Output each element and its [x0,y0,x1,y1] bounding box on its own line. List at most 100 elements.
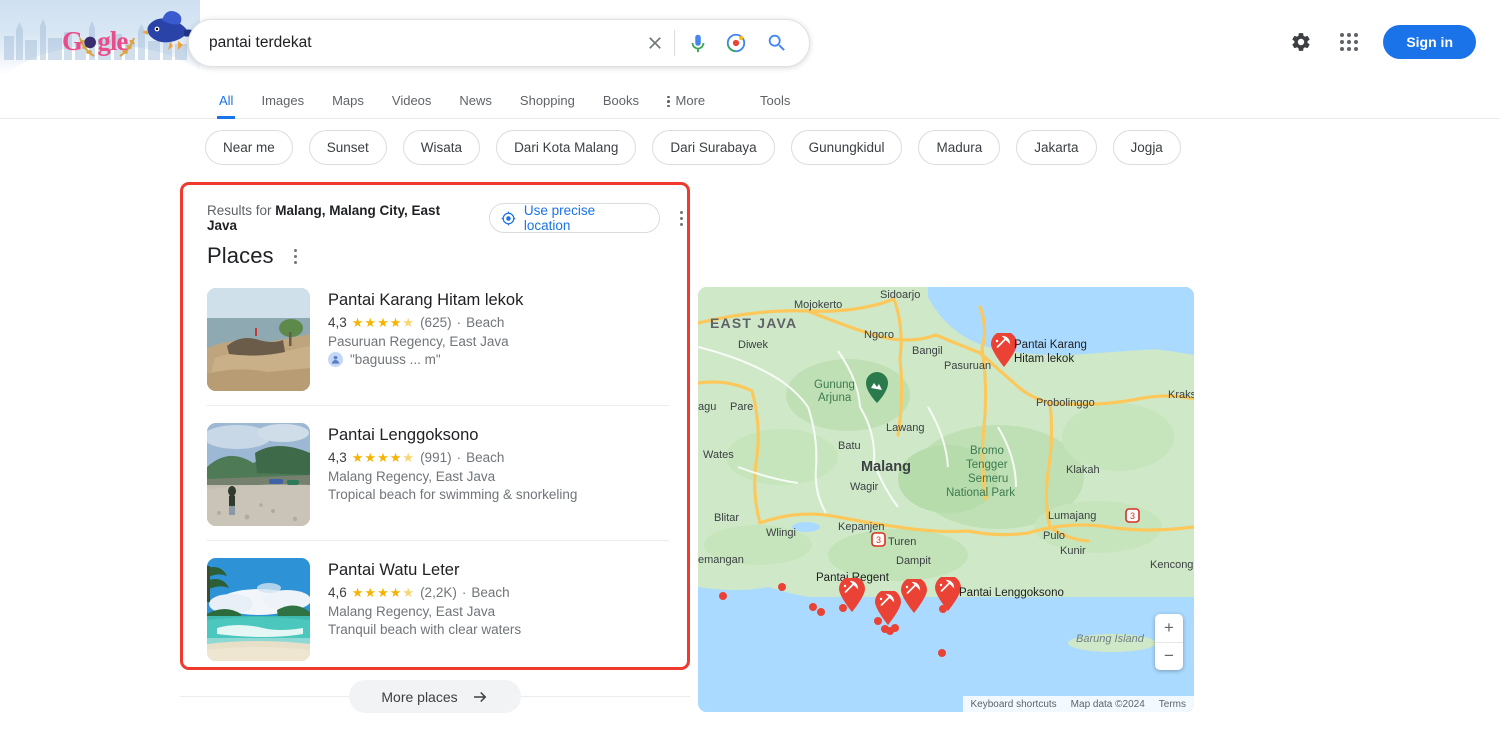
search-submit-icon[interactable] [759,26,795,60]
place-review-count: (2,2K) [420,585,457,600]
map-terms-link[interactable]: Terms [1159,699,1186,710]
search-divider [674,30,675,56]
map-panel[interactable]: 3 3 EAST JAVA Mojokerto Sidoarjo Diwek N… [698,287,1194,712]
use-precise-location-label: Use precise location [523,203,596,233]
doodle-google-logotype: G●gle [62,26,128,56]
place-category: Beach [471,585,510,600]
place-info: Pantai Watu Leter 4,6 ★★★★ ★ (2,2K) · Bea… [328,558,521,661]
map-zoom-controls: + − [1155,614,1183,670]
tools-button[interactable]: Tools [760,82,790,119]
place-info: Pantai Lenggoksono 4,3 ★★★★ ★ (991) · Bea… [328,423,577,526]
place-quote-text: "baguuss ... m" [350,352,441,367]
search-nav-bar: All Images Maps Videos News Shopping Boo… [0,82,1500,119]
page-title: Places [207,243,274,268]
map-base-graphic: 3 3 [698,287,1194,712]
map-attribution-bar: Keyboard shortcuts Map data ©2024 Terms [962,696,1194,712]
svg-text:3: 3 [876,535,881,545]
place-review-count: (625) [420,315,452,330]
more-places-button[interactable]: More places [349,680,521,713]
results-kebab-menu-icon[interactable] [676,207,687,230]
divider-right [520,696,691,697]
chip-dari-surabaya[interactable]: Dari Surabaya [652,130,775,165]
map-dot-marker[interactable] [778,583,786,591]
map-dot-marker[interactable] [891,624,899,632]
place-info: Pantai Karang Hitam lekok 4,3 ★★★★ ★ (625… [328,288,523,391]
tab-books[interactable]: Books [589,82,653,119]
map-data-attribution: Map data ©2024 [1070,698,1145,710]
map-dot-marker[interactable] [939,605,947,613]
place-separator: · [461,585,467,600]
chip-jogja[interactable]: Jogja [1112,130,1181,165]
place-rating-row: 4,3 ★★★★ ★ (991) · Beach [328,450,577,465]
place-star-rating: ★★★★ ★ [351,315,416,330]
kebab-menu-icon [667,95,670,108]
apps-grid-icon[interactable] [1329,22,1369,62]
chip-gunungkidul[interactable]: Gunungkidul [790,130,903,165]
place-address: Pasuruan Regency, East Java [328,334,509,349]
more-places-label: More places [381,688,458,705]
google-lens-icon[interactable] [719,26,753,60]
tab-news[interactable]: News [445,82,506,119]
map-zoom-in-button[interactable]: + [1155,614,1183,643]
chip-wisata[interactable]: Wisata [402,130,481,165]
map-dot-marker[interactable] [809,603,817,611]
tab-more-label: More [675,93,706,108]
places-kebab-menu-icon[interactable] [290,245,301,268]
search-input[interactable] [209,34,638,52]
places-section-header: Places [207,243,301,269]
list-item[interactable]: Pantai Lenggoksono 4,3 ★★★★ ★ (991) · Bea… [207,420,669,541]
place-name[interactable]: Pantai Watu Leter [328,560,521,580]
map-pin-pantai-karang-hitam-lekok[interactable] [991,333,1017,367]
map-zoom-out-button[interactable]: − [1155,643,1183,671]
place-description: Tranquil beach with clear waters [328,622,522,637]
place-star-rating: ★★★★ ★ [351,450,416,465]
place-name[interactable]: Pantai Lenggoksono [328,425,577,445]
google-search-results-page: G●gle pantai terdekat Sign in All Images… [0,0,1500,733]
filter-chips: Near me Sunset Wisata Dari Kota Malang D… [205,130,1181,165]
place-category: Beach [466,315,505,330]
map-pin-beach-5[interactable] [901,579,927,613]
chip-madura[interactable]: Madura [918,130,1001,165]
map-dot-marker[interactable] [719,592,727,600]
arrow-right-icon [473,691,486,702]
microphone-icon[interactable] [681,26,715,60]
map-dot-marker[interactable] [839,604,847,612]
place-review-quote: "baguuss ... m" [328,352,523,367]
map-keyboard-shortcuts-link[interactable]: Keyboard shortcuts [971,699,1057,710]
place-rating-score: 4,6 [328,585,347,600]
map-dot-marker[interactable] [874,617,882,625]
place-description: Tropical beach for swimming & snorkeling [328,487,578,502]
place-rating-score: 4,3 [328,315,347,330]
place-category: Beach [466,450,505,465]
clear-search-icon[interactable] [638,26,672,60]
search-bar[interactable] [188,19,810,67]
place-rating-row: 4,3 ★★★★ ★ (625) · Beach [328,315,523,330]
tab-images[interactable]: Images [247,82,318,119]
places-results-panel: Results for Malang, Malang City, East Ja… [180,182,690,670]
tab-videos[interactable]: Videos [378,82,446,119]
tab-more[interactable]: More [653,82,719,119]
list-item[interactable]: Pantai Watu Leter 4,6 ★★★★ ★ (2,2K) · Bea… [207,555,669,675]
map-dot-marker[interactable] [938,649,946,657]
place-address: Malang Regency, East Java [328,469,496,484]
tab-all[interactable]: All [205,82,247,119]
gear-icon[interactable] [1281,22,1321,62]
chip-near-me[interactable]: Near me [205,130,293,165]
tab-maps[interactable]: Maps [318,82,378,119]
more-places-row: More places [180,680,691,713]
sign-in-button[interactable]: Sign in [1383,25,1476,59]
tab-shopping[interactable]: Shopping [506,82,589,119]
google-doodle[interactable]: G●gle [0,0,200,75]
place-thumbnail-lenggoksono[interactable] [207,423,310,526]
svg-text:3: 3 [1130,511,1135,521]
use-precise-location-button[interactable]: Use precise location [488,203,660,233]
chip-dari-kota-malang[interactable]: Dari Kota Malang [496,130,637,165]
place-name[interactable]: Pantai Karang Hitam lekok [328,290,523,310]
place-thumbnail-watu-leter[interactable] [207,558,310,661]
list-item[interactable]: Pantai Karang Hitam lekok 4,3 ★★★★ ★ (625… [207,285,669,406]
chip-jakarta[interactable]: Jakarta [1016,130,1097,165]
map-dot-marker[interactable] [817,608,825,616]
chip-sunset[interactable]: Sunset [308,130,387,165]
place-thumbnail-karang-hitam[interactable] [207,288,310,391]
divider-left [180,696,350,697]
